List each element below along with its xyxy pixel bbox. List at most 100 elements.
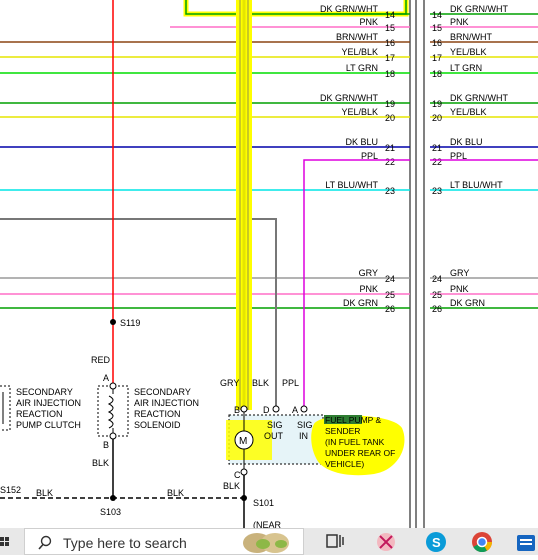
sig-out-label: SIG (267, 420, 283, 430)
wire-name-label-right: LT BLU/WHT (450, 180, 503, 190)
solenoid-component: SECONDARY AIR INJECTION REACTION SOLENOI… (97, 382, 199, 440)
svg-text:S: S (432, 535, 441, 550)
app-icon[interactable] (514, 530, 538, 554)
pin-number-label: 16 (385, 38, 395, 48)
wire-name-label: YEL/BLK (341, 47, 378, 57)
pin-number-label: 25 (385, 290, 395, 300)
pin-number-label: 21 (385, 143, 395, 153)
pin-number-label: 15 (385, 23, 395, 33)
search-placeholder: Type here to search (63, 535, 187, 551)
wire-label: BLK (252, 378, 269, 388)
skype-icon[interactable]: S (424, 530, 448, 554)
pin-number-label-right: 24 (432, 274, 442, 284)
wire-name-label-right: YEL/BLK (450, 47, 487, 57)
wire-name-label: YEL/BLK (341, 107, 378, 117)
wire-name-label: DK GRN/WHT (320, 93, 378, 103)
wire-name-label-right: PNK (450, 284, 469, 294)
pin-number-label-right: 26 (432, 304, 442, 314)
pin-number-label: 24 (385, 274, 395, 284)
wire-name-label: PNK (359, 17, 378, 27)
pin-label: C (234, 470, 241, 480)
splice-dot (110, 319, 116, 325)
pin-number-label-right: 23 (432, 186, 442, 196)
pin-number-label-right: 22 (432, 157, 442, 167)
wire-name-label-right: DK GRN/WHT (450, 4, 508, 14)
wire-name-label: PNK (359, 284, 378, 294)
wire-name-label-right: LT GRN (450, 63, 482, 73)
chrome-icon[interactable] (470, 530, 494, 554)
fuel-pump-label: FUEL PUMP & (325, 415, 382, 425)
wire-name-label-right: YEL/BLK (450, 107, 487, 117)
splice-label: S152 (0, 485, 21, 495)
component-label: REACTION (16, 409, 63, 419)
pin-label: D (263, 405, 270, 415)
splice-label: S103 (100, 507, 121, 517)
wire-name-label: DK GRN/WHT (320, 4, 378, 14)
pin-number-label: 22 (385, 157, 395, 167)
wire-label: BLK (223, 481, 240, 491)
wire-label: BLK (36, 488, 53, 498)
wire-label: BLK (167, 488, 184, 498)
pin-number-label: 17 (385, 53, 395, 63)
pin-number-label-right: 25 (432, 290, 442, 300)
pin-number-label-right: 17 (432, 53, 442, 63)
pin-number-label: 23 (385, 186, 395, 196)
pin-label: A (292, 405, 298, 415)
wire-label: GRY (220, 378, 239, 388)
fuel-pump-label: (IN FUEL TANK (325, 437, 385, 447)
splice-dot (241, 495, 247, 501)
fuel-pump-label: UNDER REAR OF (325, 448, 395, 458)
wire-name-label-right: PNK (450, 17, 469, 27)
pin-number-label-right: 20 (432, 113, 442, 123)
sig-in-label: SIG (297, 420, 313, 430)
wire-group: DK GRN/WHT 14 14 DK GRN/WHT PNK 15 15 PNK BRN/WH… (0, 4, 538, 314)
pin-label: B (234, 405, 240, 415)
pin-number-label: 20 (385, 113, 395, 123)
motor-label: M (239, 436, 247, 447)
pin-number-label-right: 19 (432, 99, 442, 109)
pin-number-label: 19 (385, 99, 395, 109)
component-label: SOLENOID (134, 420, 181, 430)
start-button[interactable] (0, 528, 12, 555)
pump-clutch-component: SECONDARY AIR INJECTION REACTION PUMP CL… (0, 385, 81, 431)
pin-number-label-right: 16 (432, 38, 442, 48)
near-label: (NEAR (253, 520, 282, 528)
pin-label: B (103, 440, 109, 450)
wire-name-label-right: DK GRN (450, 298, 485, 308)
wire-name-label-right: DK BLU (450, 137, 483, 147)
wire-label: BLK (92, 458, 109, 468)
pin-number-label-right: 14 (432, 10, 442, 20)
fuel-pump-label: SENDER (325, 426, 360, 436)
wiring-diagram: DK GRN/WHT 14 14 DK GRN/WHT PNK 15 15 PNK BRN/WH… (0, 0, 538, 528)
wire-name-label-right: GRY (450, 268, 469, 278)
taskbar: Type here to search S (0, 528, 538, 555)
wire-name-label: LT GRN (346, 63, 378, 73)
sig-in-label: IN (299, 431, 308, 441)
wire-name-label: DK GRN (343, 298, 378, 308)
search-box[interactable]: Type here to search (24, 528, 304, 555)
wire-name-label: LT BLU/WHT (325, 180, 378, 190)
wire-label: RED (91, 355, 111, 365)
wire-name-label-right: BRN/WHT (450, 32, 492, 42)
snipping-tool-icon[interactable] (374, 530, 398, 554)
component-label: PUMP CLUTCH (16, 420, 81, 430)
component-label: AIR INJECTION (134, 398, 199, 408)
wire-name-label: DK BLU (345, 137, 378, 147)
task-view-icon[interactable] (324, 530, 348, 554)
splice-label: S101 (253, 498, 274, 508)
pin-number-label-right: 15 (432, 23, 442, 33)
splice-label: S119 (120, 318, 140, 328)
pin-number-label: 18 (385, 69, 395, 79)
pin-label: A (103, 373, 109, 383)
fuel-pump-component: M SIG OUT SIG IN (226, 405, 324, 472)
wire-name-label: GRY (359, 268, 378, 278)
ppl-wire (303, 159, 410, 409)
pin-number-label: 14 (385, 10, 395, 20)
wire-name-label: BRN/WHT (336, 32, 378, 42)
pin-number-label-right: 21 (432, 143, 442, 153)
pistachio-icon (243, 533, 289, 553)
component-label: AIR INJECTION (16, 398, 81, 408)
component-label: SECONDARY (134, 387, 191, 397)
splice-dot (110, 495, 116, 501)
fuel-pump-label: VEHICLE) (325, 459, 364, 469)
